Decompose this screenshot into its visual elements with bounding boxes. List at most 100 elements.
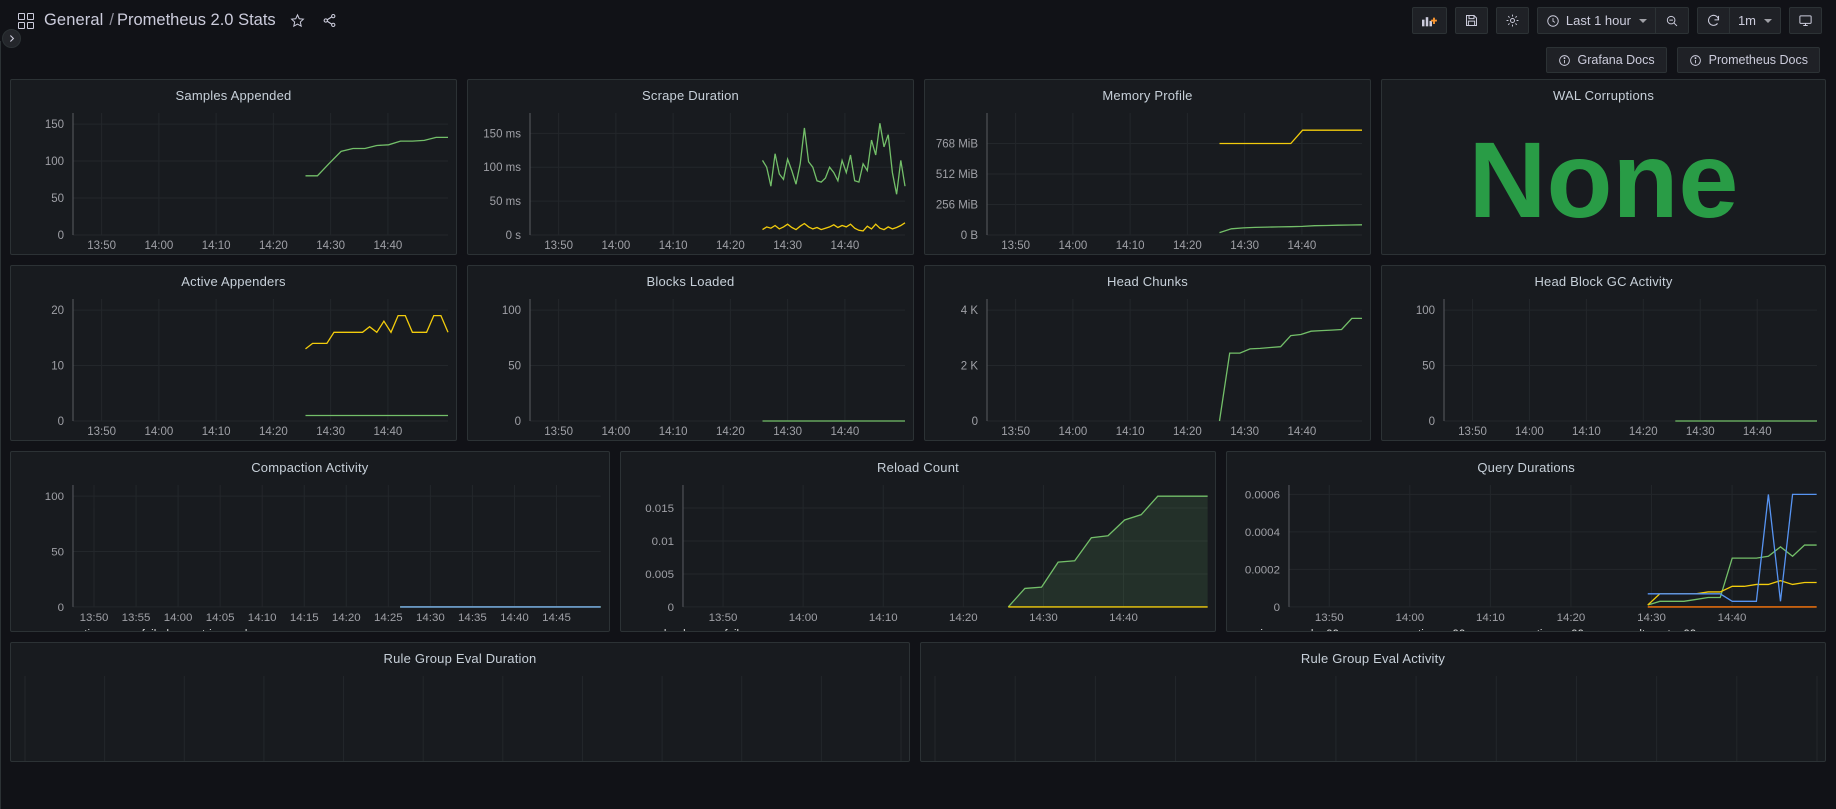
panel-wal-corruptions[interactable]: WAL Corruptions None <box>1381 79 1827 255</box>
panel-graph[interactable]: 0 50 100 13:50 14:00 14:10 14:20 14:30 14:40 <box>468 291 913 440</box>
panel-blocks-loaded[interactable]: Blocks Loaded 0 50 100 13:50 14:00 14:10 14:20… <box>467 265 914 441</box>
svg-text:14:00: 14:00 <box>144 426 173 438</box>
panel-compaction-activity[interactable]: Compaction Activity 0 50 100 13:50 13:55 14:0… <box>10 451 610 632</box>
panel-graph[interactable]: 0 2 K 4 K 13:50 14:00 14:10 14:20 14:30 14:40 <box>925 291 1370 440</box>
svg-text:14:10: 14:10 <box>869 612 898 624</box>
svg-text:14:40: 14:40 <box>1743 426 1772 438</box>
panel-rule-group-eval-duration[interactable]: Rule Group Eval Duration <box>10 642 910 762</box>
share-icon[interactable] <box>320 11 340 31</box>
legend-label: inner_eval_p99 <box>1260 629 1339 631</box>
time-range-controls: Last 1 hour <box>1536 7 1689 34</box>
svg-text:0 s: 0 s <box>506 230 522 242</box>
panel-scrape-duration[interactable]: Scrape Duration 0 s 50 ms 100 ms 150 ms 13:5… <box>467 79 914 255</box>
kiosk-mode-button[interactable] <box>1789 7 1822 34</box>
svg-text:14:20: 14:20 <box>1629 426 1658 438</box>
legend-item[interactable]: prepare_time_p99 <box>1353 629 1465 631</box>
svg-text:14:15: 14:15 <box>290 612 319 624</box>
svg-text:14:20: 14:20 <box>1173 240 1202 252</box>
legend-item[interactable]: inner_eval_p99 <box>1241 629 1339 631</box>
dashboard-grid: Samples Appended 0 50 100 150 13:50 14:00 14:1… <box>0 79 1836 762</box>
refresh-dashboard-button[interactable] <box>1696 7 1730 34</box>
panel-memory-profile[interactable]: Memory Profile 0 B 256 MiB 512 MiB 768 MiB 1… <box>924 79 1371 255</box>
zoom-out-time-button[interactable] <box>1655 7 1689 34</box>
dashboard-row-1: Samples Appended 0 50 100 150 13:50 14:00 14:1… <box>10 79 1827 255</box>
svg-text:150: 150 <box>45 119 64 131</box>
panel-graph[interactable] <box>11 668 909 761</box>
svg-text:0.0004: 0.0004 <box>1245 527 1281 539</box>
svg-text:14:30: 14:30 <box>773 426 802 438</box>
legend-item[interactable]: reloads <box>635 629 692 631</box>
svg-text:13:50: 13:50 <box>708 612 737 624</box>
svg-text:14:40: 14:40 <box>500 612 529 624</box>
save-dashboard-button[interactable] <box>1454 7 1488 34</box>
panel-legend[interactable]: reloads failures <box>621 627 1216 631</box>
svg-text:14:20: 14:20 <box>716 240 745 252</box>
add-panel-button[interactable] <box>1411 7 1447 34</box>
panel-graph[interactable]: 0 50 100 150 13:50 14:00 14:10 14:20 14:30 14:40 <box>11 105 456 254</box>
legend-label: prepare_time_p99 <box>1372 629 1465 631</box>
panel-graph[interactable]: 0 0.0002 0.0004 0.0006 13:50 14:00 14:10 14:20 1… <box>1227 477 1825 627</box>
legend-item[interactable]: failed <box>123 629 170 631</box>
panel-legend[interactable]: compactions failed triggered <box>11 627 609 631</box>
dashboard-row-2: Active Appenders 0 10 20 13:50 14:00 14:10 14:… <box>10 265 1827 441</box>
panel-graph[interactable]: 0 50 100 13:50 13:55 14:00 14:05 14:10 14:15 14:2… <box>11 477 609 627</box>
sidebar-expand-toggle[interactable] <box>2 29 21 48</box>
dashboard-settings-button[interactable] <box>1495 7 1529 34</box>
panel-rule-group-eval-activity[interactable]: Rule Group Eval Activity <box>920 642 1826 762</box>
legend-item[interactable]: triggered <box>183 629 247 631</box>
svg-text:150 ms: 150 ms <box>483 128 521 140</box>
legend-item[interactable]: failures <box>705 629 761 631</box>
panel-graph[interactable]: 0 10 20 13:50 14:00 14:10 14:20 14:30 14:40 <box>11 291 456 440</box>
svg-text:14:20: 14:20 <box>259 240 288 252</box>
panel-graph[interactable]: 0 B 256 MiB 512 MiB 768 MiB 13:50 14:00 14:10 1… <box>925 105 1370 254</box>
panel-query-durations[interactable]: Query Durations 0 0.0002 0.0004 0.0006 13:50… <box>1226 451 1827 632</box>
svg-text:14:10: 14:10 <box>1476 612 1505 624</box>
svg-text:14:30: 14:30 <box>316 426 345 438</box>
svg-text:14:20: 14:20 <box>1173 426 1202 438</box>
breadcrumb-folder[interactable]: General <box>44 11 103 30</box>
legend-item[interactable]: compactions <box>25 629 109 631</box>
time-range-picker[interactable]: Last 1 hour <box>1536 7 1656 34</box>
prometheus-docs-link[interactable]: Prometheus Docs <box>1676 47 1820 73</box>
svg-text:14:30: 14:30 <box>1029 612 1058 624</box>
panel-active-appenders[interactable]: Active Appenders 0 10 20 13:50 14:00 14:10 14:… <box>10 265 457 441</box>
panel-graph[interactable]: 0 s 50 ms 100 ms 150 ms 13:50 14:00 14:10 14:20… <box>468 105 913 254</box>
svg-text:14:10: 14:10 <box>248 612 277 624</box>
grafana-docs-link[interactable]: Grafana Docs <box>1545 47 1667 73</box>
legend-label: reloads <box>654 629 692 631</box>
svg-text:14:00: 14:00 <box>1515 426 1544 438</box>
svg-text:14:30: 14:30 <box>773 240 802 252</box>
svg-text:13:50: 13:50 <box>544 240 573 252</box>
panel-samples-appended[interactable]: Samples Appended 0 50 100 150 13:50 14:00 14:1… <box>10 79 457 255</box>
svg-text:14:30: 14:30 <box>1637 612 1666 624</box>
legend-item[interactable]: queue_time_p99 <box>1479 629 1584 631</box>
chevron-down-icon <box>1638 18 1647 23</box>
svg-text:14:40: 14:40 <box>830 240 859 252</box>
panel-head-chunks[interactable]: Head Chunks 0 2 K 4 K 13:50 14:00 14:10 14:20 1… <box>924 265 1371 441</box>
legend-item[interactable]: result_sort_p99 <box>1598 629 1696 631</box>
svg-text:0: 0 <box>58 416 64 428</box>
panel-graph[interactable]: 0 50 100 13:50 14:00 14:10 14:20 14:30 14:40 <box>1382 291 1825 440</box>
legend-label: failures <box>724 629 761 631</box>
star-icon[interactable] <box>288 11 308 31</box>
svg-text:100: 100 <box>45 491 64 503</box>
svg-text:13:50: 13:50 <box>1458 426 1487 438</box>
chevron-down-icon <box>1764 18 1772 23</box>
dashboards-grid-icon[interactable] <box>18 12 34 29</box>
panel-legend[interactable]: inner_eval_p99 prepare_time_p99 queue_time… <box>1227 627 1825 631</box>
panel-title: Reload Count <box>877 460 959 475</box>
dashboard-row-3: Compaction Activity 0 50 100 13:50 13:55 14:0… <box>10 451 1827 632</box>
panel-head-block-gc-activity[interactable]: Head Block GC Activity 0 50 100 13:50 14:00 1… <box>1381 265 1827 441</box>
svg-text:14:10: 14:10 <box>1572 426 1601 438</box>
legend-label: failed <box>142 629 170 631</box>
panel-graph[interactable]: 0 0.005 0.01 0.015 13:50 14:00 14:10 14:20 14:30… <box>621 477 1216 627</box>
svg-text:512 MiB: 512 MiB <box>936 169 979 181</box>
sidebar-rail <box>0 41 1 809</box>
refresh-interval-picker[interactable]: 1m <box>1729 7 1781 34</box>
panel-reload-count[interactable]: Reload Count 0 0.005 0.01 0.015 13:50 14:00 14… <box>619 451 1217 632</box>
svg-text:0: 0 <box>1429 416 1435 428</box>
svg-text:14:40: 14:40 <box>830 426 859 438</box>
legend-label: result_sort_p99 <box>1617 629 1696 631</box>
panel-title: Active Appenders <box>181 274 286 289</box>
panel-graph[interactable] <box>921 668 1825 761</box>
